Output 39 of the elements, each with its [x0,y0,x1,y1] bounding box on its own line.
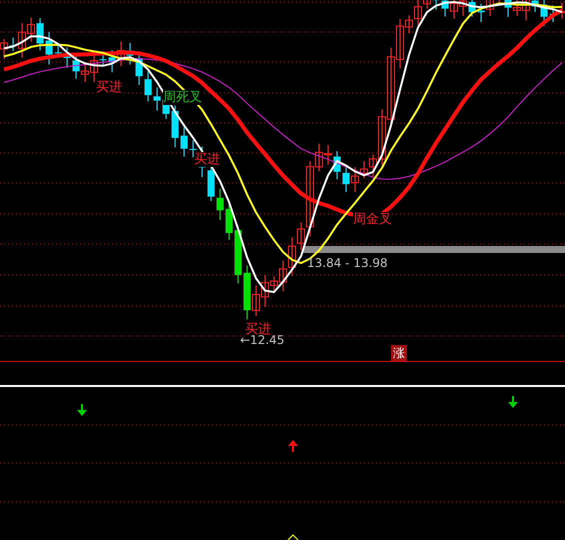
candlestick [180,126,188,158]
candlestick [342,166,350,193]
candlestick [0,38,8,60]
candlestick [100,54,106,66]
signal-label: 周金叉 [353,212,392,227]
candlestick [117,41,125,67]
candlestick [540,0,548,26]
candlestick [72,54,80,80]
candlestick [504,0,512,18]
candlestick [36,18,44,51]
candlestick [532,0,538,12]
rise-badge: 涨 [391,345,407,361]
down-arrow-icon [77,404,87,416]
signal-label: 买进 [96,80,122,95]
signal-label: 买进 [194,152,220,167]
candlestick [334,150,340,180]
candlestick [190,140,196,158]
candlestick [108,50,116,73]
down-arrow-icon [508,396,518,408]
candlestick [216,188,224,221]
candlestick [442,0,448,18]
candlestick [468,0,476,18]
candlestick [478,3,484,23]
candlestick [234,225,242,284]
candlestick [154,86,160,112]
candlestick [144,70,152,102]
signal-label: 周死叉 [163,90,202,105]
candlestick [550,4,556,23]
price-range-label: 13.84 - 13.98 [307,256,388,270]
candlestick [432,0,440,10]
candlestick [64,46,70,68]
candlestick [46,32,52,65]
candlestick [136,53,142,86]
candlestick [126,42,134,65]
candlestick [172,105,178,148]
candlestick [486,0,494,17]
up-arrow-icon [288,440,298,452]
candlestick [244,264,250,320]
candlestick [10,37,16,52]
